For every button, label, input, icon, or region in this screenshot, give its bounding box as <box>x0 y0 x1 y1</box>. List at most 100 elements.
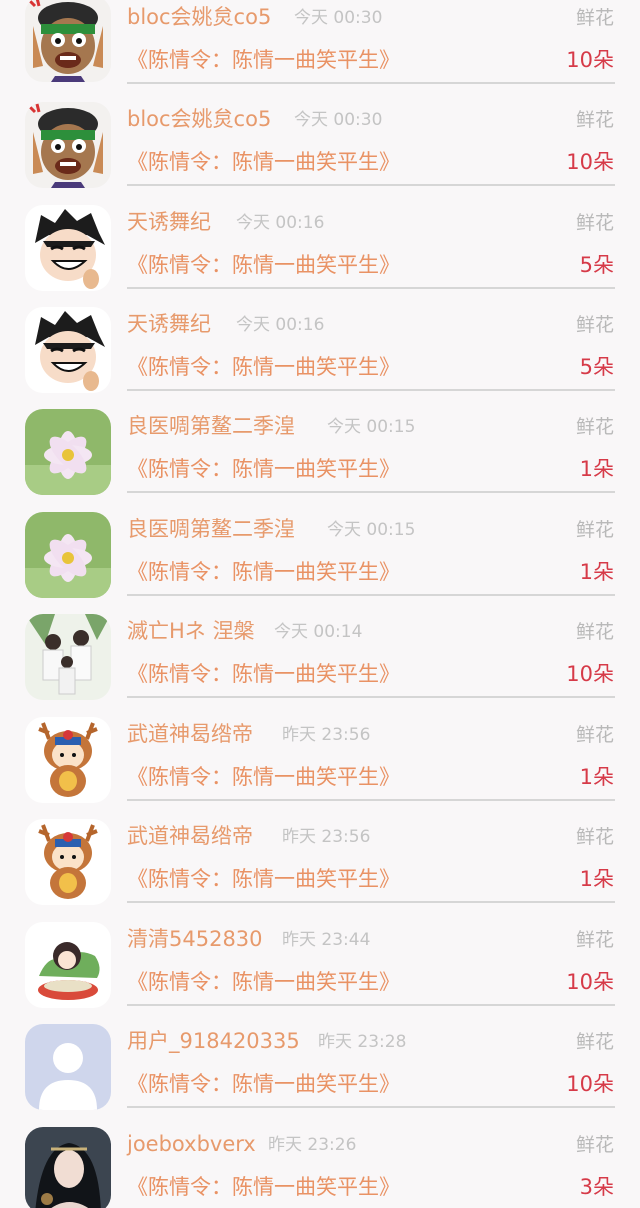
book-title-link[interactable]: 《陈情令：陈情一曲笑平生》 <box>127 1069 400 1099</box>
book-title-link[interactable]: 《陈情令：陈情一曲笑平生》 <box>127 1172 400 1202</box>
timestamp: 昨天 23:44 <box>282 930 371 950</box>
book-title-link[interactable]: 《陈情令：陈情一曲笑平生》 <box>127 454 400 484</box>
user-name[interactable]: 天诱舞纪 <box>127 309 211 339</box>
list-item[interactable]: 天诱舞纪 今天 00:16 鲜花《陈情令：陈情一曲笑平生》 5朵 <box>0 307 640 412</box>
book-title-link[interactable]: 《陈情令：陈情一曲笑平生》 <box>127 659 400 689</box>
gift-count: 10朵 <box>566 150 614 174</box>
list-item[interactable]: bloc会姚炱co5 今天 00:30 鲜花 《陈情令：陈情一曲笑平生》 10朵 <box>0 0 640 105</box>
avatar[interactable] <box>25 512 111 598</box>
timestamp: 今天 00:15 <box>327 417 416 437</box>
avatar[interactable] <box>25 409 111 495</box>
book-title-link[interactable]: 《陈情令：陈情一曲笑平生》 <box>127 147 400 177</box>
timestamp: 昨天 23:28 <box>318 1032 407 1052</box>
list-item[interactable]: 滅亡Hネ 涅槃 今天 00:14 鲜花 《陈情令：陈情一曲笑平生》 10朵 <box>0 614 640 719</box>
timestamp: 昨天 23:56 <box>282 725 371 745</box>
gift-count: 10朵 <box>566 1072 614 1096</box>
timestamp: 今天 00:16 <box>236 315 325 335</box>
default-user-icon <box>25 1024 111 1110</box>
divider <box>127 287 615 289</box>
gift-count: 1朵 <box>579 867 614 891</box>
list-item[interactable]: joeboxbverx 昨天 23:26 鲜花《陈情令：陈情一曲笑平生》 3朵 <box>0 1127 640 1208</box>
gift-type-label: 鲜花 <box>575 416 614 438</box>
list-item[interactable]: 武道神曷绺帝 昨天 23:56 鲜花《陈情令：陈情一曲笑平生》 1朵 <box>0 717 640 822</box>
gift-count: 1朵 <box>579 560 614 584</box>
gift-count: 3朵 <box>579 1175 614 1199</box>
grinning-boy-icon <box>25 307 111 393</box>
divider <box>127 799 615 801</box>
portrait-photo-icon <box>25 1127 111 1208</box>
group-photo-icon <box>25 614 111 700</box>
list-item[interactable]: 良医啁第鳌二季湟 今天 00:15 鲜花 《陈情令：陈情一曲笑平生》 1朵 <box>0 409 640 514</box>
gift-count: 1朵 <box>579 765 614 789</box>
divider <box>127 901 615 903</box>
user-name[interactable]: 武道神曷绺帝 <box>127 719 253 749</box>
list-item[interactable]: 清清5452830 昨天 23:44 鲜花《陈情令：陈情一曲笑平生》 10朵 <box>0 922 640 1027</box>
avatar[interactable] <box>25 819 111 905</box>
gift-type-label: 鲜花 <box>575 929 614 951</box>
book-title-link[interactable]: 《陈情令：陈情一曲笑平生》 <box>127 557 400 587</box>
avatar[interactable] <box>25 1127 111 1208</box>
gift-count: 5朵 <box>579 355 614 379</box>
divider <box>127 1004 615 1006</box>
list-item[interactable]: 天诱舞纪 今天 00:16 鲜花 《陈情令：陈情一曲笑平生》 5朵 <box>0 205 640 310</box>
gift-type-label: 鲜花 <box>575 314 614 336</box>
gift-type-label: 鲜花 <box>575 519 614 541</box>
user-name[interactable]: 良医啁第鳌二季湟 <box>127 514 295 544</box>
book-title-link[interactable]: 《陈情令：陈情一曲笑平生》 <box>127 250 400 280</box>
list-item[interactable]: bloc会姚炱co5 今天 00:30 鲜花《陈情令：陈情一曲笑平生》 10朵 <box>0 102 640 207</box>
user-name[interactable]: bloc会姚炱co5 <box>127 2 271 32</box>
timestamp: 昨天 23:26 <box>268 1135 357 1155</box>
book-title-link[interactable]: 《陈情令：陈情一曲笑平生》 <box>127 762 400 792</box>
divider <box>127 1106 615 1108</box>
user-name[interactable]: 天诱舞纪 <box>127 207 211 237</box>
list-item[interactable]: 良医啁第鳌二季湟 今天 00:15 鲜花 《陈情令：陈情一曲笑平生》 1朵 <box>0 512 640 617</box>
cartoon-face-icon <box>25 0 111 82</box>
avatar[interactable] <box>25 0 111 82</box>
list-item[interactable]: 用户_918420335 昨天 23:28 鲜花《陈情令：陈情一曲笑平生》 10朵 <box>0 1024 640 1129</box>
gift-type-label: 鲜花 <box>575 109 614 131</box>
user-name[interactable]: 清清5452830 <box>127 924 263 954</box>
avatar[interactable] <box>25 717 111 803</box>
timestamp: 昨天 23:56 <box>282 827 371 847</box>
avatar[interactable] <box>25 205 111 291</box>
cosmos-flower-icon <box>25 409 111 495</box>
avatar[interactable] <box>25 102 111 188</box>
user-name[interactable]: 良医啁第鳌二季湟 <box>127 411 295 441</box>
gift-type-label: 鲜花 <box>575 212 614 234</box>
gift-type-label: 鲜花 <box>575 1031 614 1053</box>
book-title-link[interactable]: 《陈情令：陈情一曲笑平生》 <box>127 967 400 997</box>
cosmos-flower-icon <box>25 512 111 598</box>
user-name[interactable]: joeboxbverx <box>127 1129 256 1159</box>
gift-count: 10朵 <box>566 662 614 686</box>
gift-type-label: 鲜花 <box>575 1134 614 1156</box>
timestamp: 今天 00:30 <box>294 110 383 130</box>
book-title-link[interactable]: 《陈情令：陈情一曲笑平生》 <box>127 352 400 382</box>
user-name[interactable]: 武道神曷绺帝 <box>127 821 253 851</box>
reindeer-kid-icon <box>25 717 111 803</box>
cartoon-face-icon <box>25 102 111 188</box>
gift-count: 10朵 <box>566 970 614 994</box>
reindeer-kid-icon <box>25 819 111 905</box>
divider <box>127 184 615 186</box>
user-name[interactable]: 滅亡Hネ 涅槃 <box>127 616 254 646</box>
avatar[interactable] <box>25 1024 111 1110</box>
user-name[interactable]: bloc会姚炱co5 <box>127 104 271 134</box>
book-title-link[interactable]: 《陈情令：陈情一曲笑平生》 <box>127 45 400 75</box>
timestamp: 今天 00:16 <box>236 213 325 233</box>
avatar[interactable] <box>25 307 111 393</box>
grinning-boy-icon <box>25 205 111 291</box>
divider <box>127 389 615 391</box>
gift-record-list: bloc会姚炱co5 今天 00:30 鲜花 《陈情令：陈情一曲笑平生》 10朵 blo… <box>0 0 640 1208</box>
book-title-link[interactable]: 《陈情令：陈情一曲笑平生》 <box>127 864 400 894</box>
list-item[interactable]: 武道神曷绺帝 昨天 23:56 鲜花《陈情令：陈情一曲笑平生》 1朵 <box>0 819 640 924</box>
gift-type-label: 鲜花 <box>575 7 614 29</box>
gift-count: 10朵 <box>566 48 614 72</box>
gift-type-label: 鲜花 <box>575 724 614 746</box>
gift-type-label: 鲜花 <box>575 826 614 848</box>
divider <box>127 594 615 596</box>
divider <box>127 696 615 698</box>
avatar[interactable] <box>25 614 111 700</box>
avatar[interactable] <box>25 922 111 1008</box>
user-name[interactable]: 用户_918420335 <box>127 1026 300 1056</box>
anime-girl-icon <box>25 922 111 1008</box>
